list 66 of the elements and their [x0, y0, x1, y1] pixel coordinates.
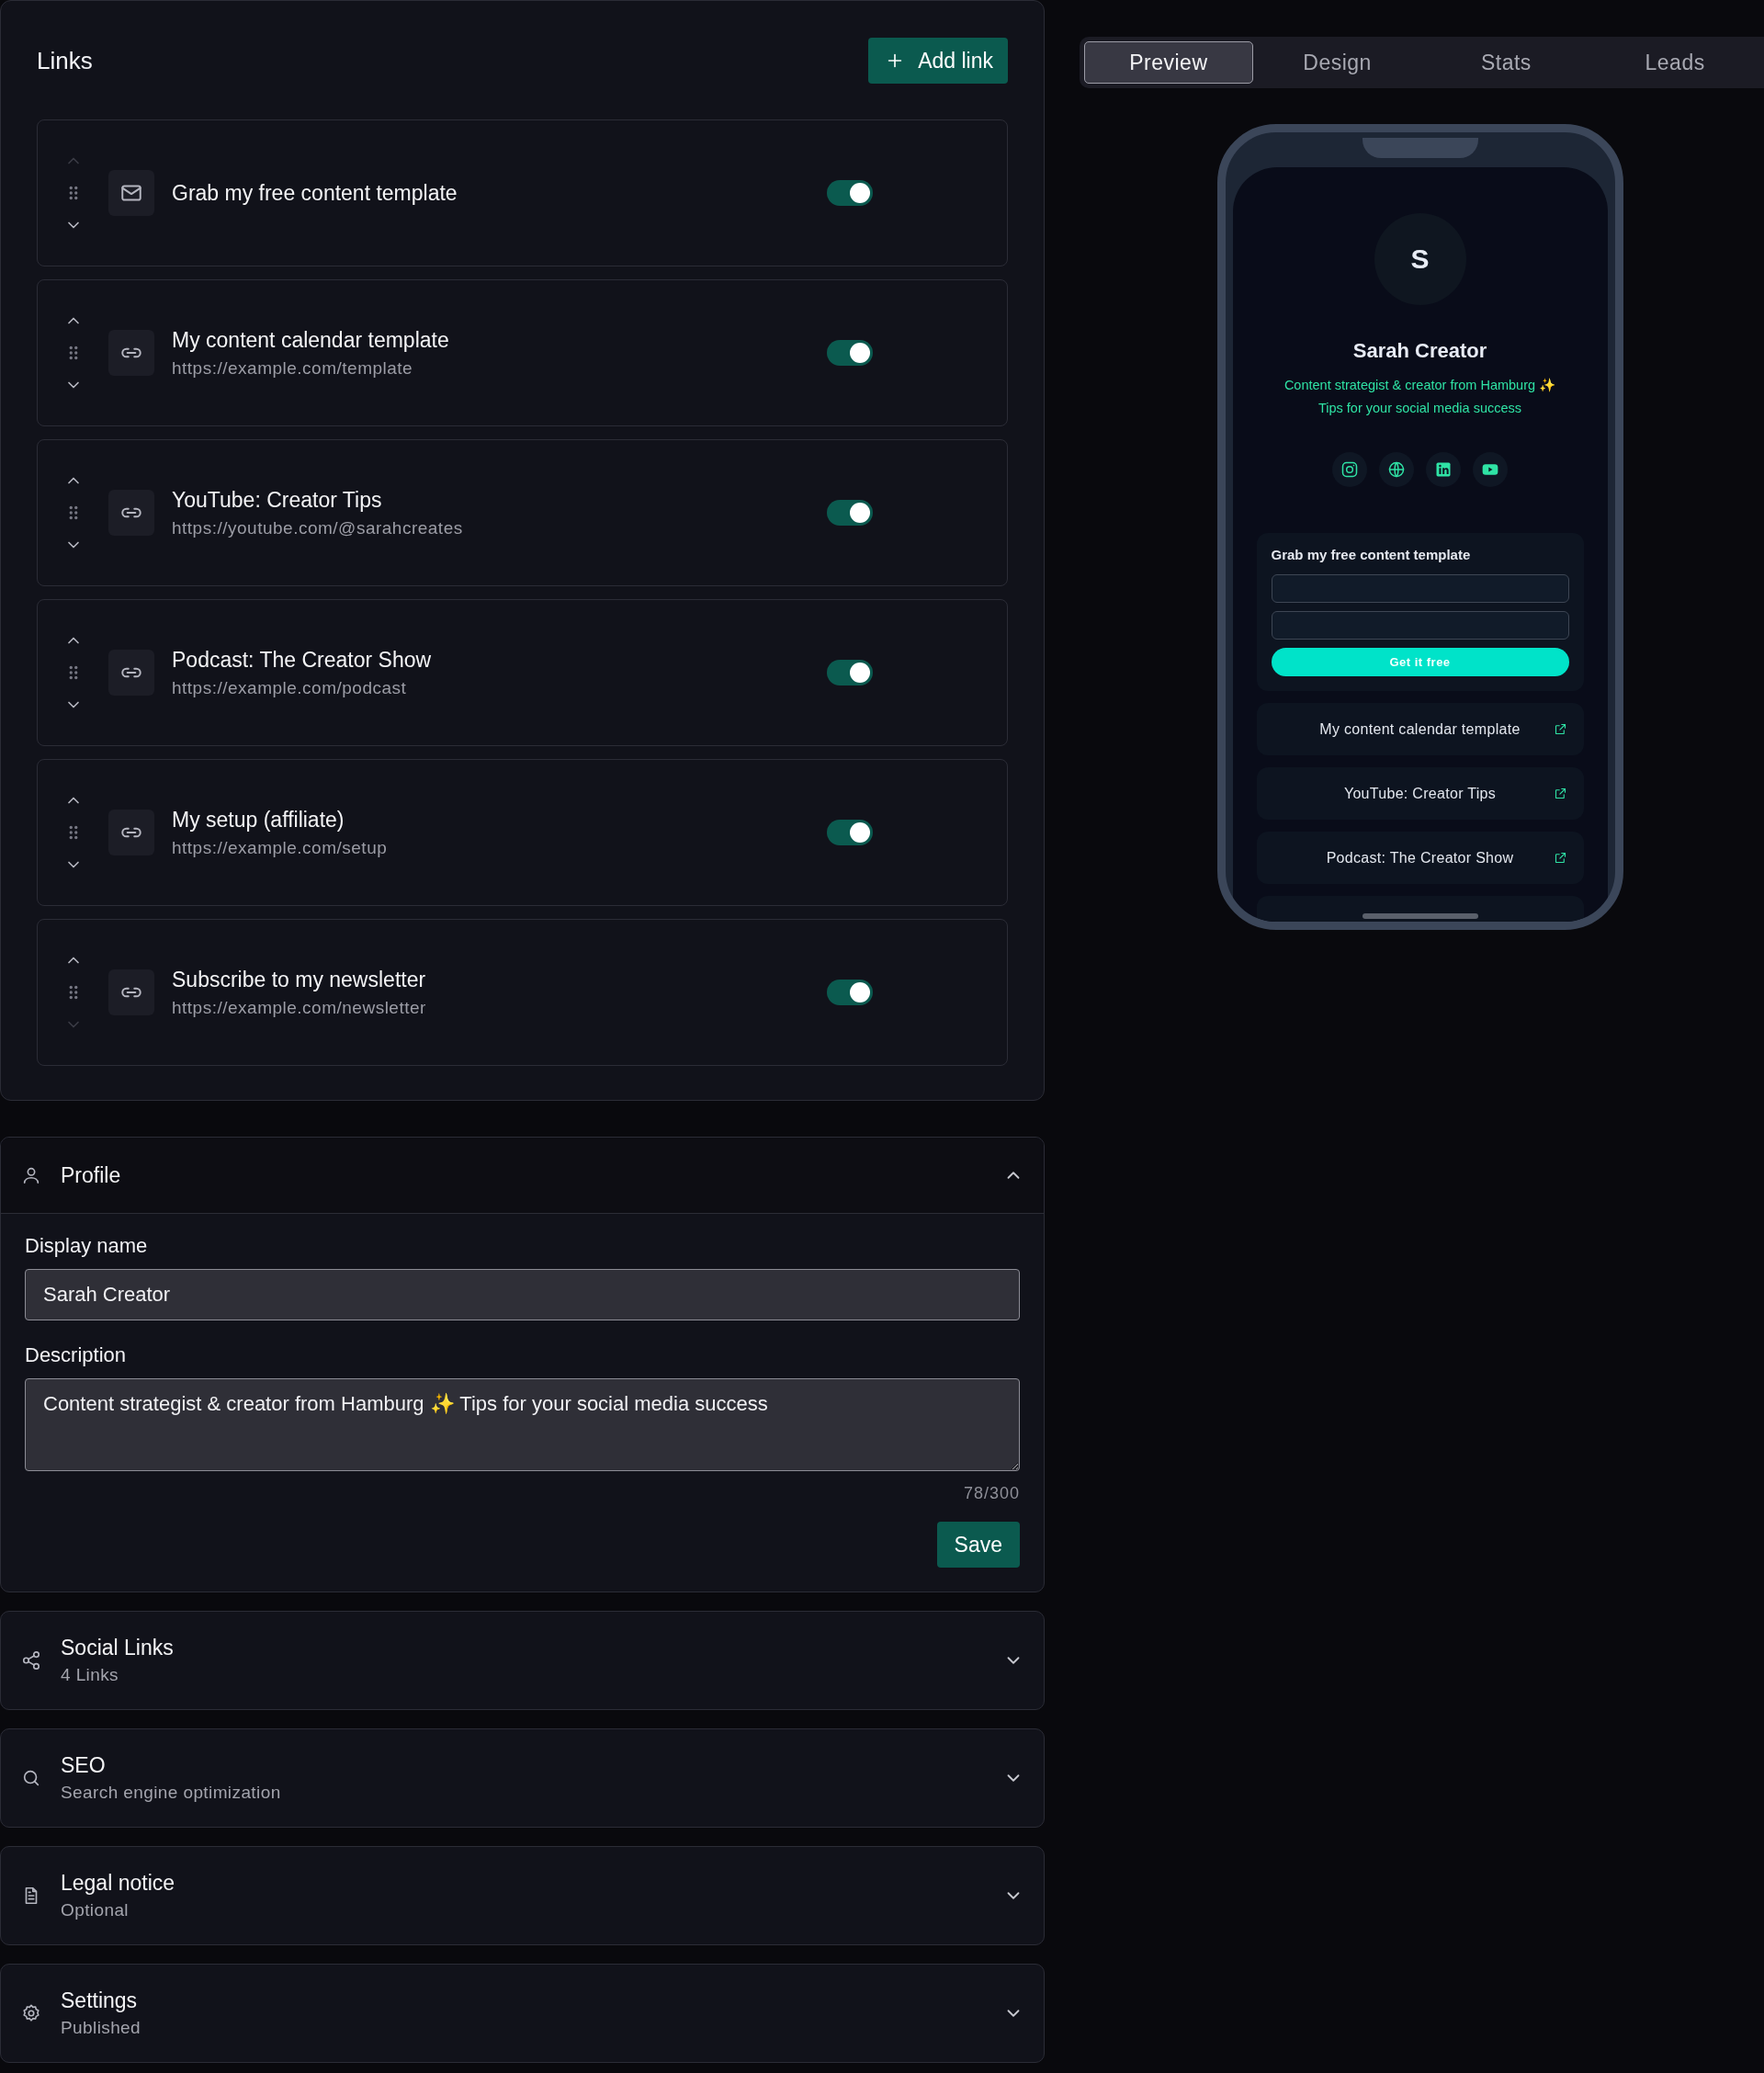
toggle-switch[interactable] [827, 820, 873, 845]
display-name-field[interactable]: Sarah Creator [25, 1269, 1020, 1320]
section-title: Social Links [61, 1636, 175, 1660]
share-icon [21, 1650, 41, 1671]
accordion-header[interactable]: Legal notice Optional [0, 1846, 1045, 1945]
link-title: Subscribe to my newsletter [172, 967, 427, 992]
save-button[interactable]: Save [936, 1522, 1020, 1568]
linkedin-icon [1434, 460, 1453, 479]
section-subtitle: Published [61, 2018, 142, 2038]
field-label: Description [25, 1343, 128, 1367]
social-button[interactable] [1473, 452, 1508, 487]
profile-bio: Tips for your social media success [1317, 400, 1523, 417]
link-button[interactable]: YouTube: Creator Tips [1256, 767, 1584, 820]
section-title: Legal notice [61, 1871, 176, 1896]
toggle-switch[interactable] [827, 660, 873, 685]
link-url: https://example.com/setup [172, 837, 389, 858]
toggle-switch[interactable] [827, 980, 873, 1005]
globe-icon [1387, 460, 1406, 479]
section-subtitle: 4 Links [61, 1665, 119, 1685]
link-url: https://youtube.com/@sarahcreates [172, 517, 464, 538]
input-field[interactable] [1271, 611, 1569, 640]
social-button[interactable] [1332, 452, 1367, 487]
accordion-header[interactable]: Profile [1, 1138, 1044, 1214]
toggle-switch[interactable] [827, 500, 873, 526]
link-title: My setup (affiliate) [172, 807, 345, 833]
link-url: https://example.com/newsletter [172, 997, 427, 1018]
tab[interactable]: Leads [1590, 41, 1759, 84]
social-button[interactable] [1379, 452, 1414, 487]
toggle-switch[interactable] [827, 180, 873, 206]
section-title: SEO [61, 1753, 107, 1778]
tab[interactable]: Preview [1084, 41, 1253, 84]
external-link-icon [1553, 722, 1567, 736]
tab[interactable]: Design [1252, 41, 1422, 84]
settings-icon [21, 2003, 41, 2023]
section-title: Links [37, 46, 93, 75]
link-title: My content calendar template [172, 327, 450, 353]
link-url: https://example.com/podcast [172, 677, 408, 698]
accordion-header[interactable]: Social Links 4 Links [0, 1611, 1045, 1710]
tab[interactable]: Stats [1421, 41, 1591, 84]
section-title: Settings [61, 1988, 139, 2013]
profile-bio: Content strategist & creator from Hamburg ✨ [1283, 377, 1556, 394]
camera-icon [1340, 460, 1359, 479]
link-title: YouTube: Creator Tips [172, 487, 383, 513]
section-subtitle: Optional [61, 1900, 130, 1920]
link-title: Grab my free content template [172, 180, 458, 206]
social-button[interactable] [1426, 452, 1461, 487]
accordion-header[interactable]: Settings Published [0, 1964, 1045, 2063]
external-link-icon [1553, 851, 1567, 865]
input-field[interactable] [1271, 574, 1569, 603]
search-icon [21, 1768, 41, 1788]
form-title: Grab my free content template [1271, 547, 1472, 562]
user-icon [21, 1165, 41, 1185]
avatar: S [1374, 213, 1466, 305]
link-button[interactable]: Podcast: The Creator Show [1256, 832, 1584, 884]
accordion-header[interactable]: SEO Search engine optimization [0, 1728, 1045, 1828]
link-button[interactable]: My content calendar template [1256, 703, 1584, 755]
toggle-switch[interactable] [827, 340, 873, 366]
link-title: Podcast: The Creator Show [172, 647, 433, 673]
add-link-button[interactable]: Add link [868, 38, 1008, 84]
link-url: https://example.com/template [172, 357, 414, 379]
description-field[interactable]: Content strategist & creator from Hamburg ✨ Tips for your social media success [25, 1378, 1020, 1471]
character-count: 78/300 [963, 1484, 1020, 1503]
section-subtitle: Search engine optimization [61, 1783, 282, 1803]
profile-name: Sarah Creator [1352, 339, 1487, 363]
external-link-icon [1553, 787, 1567, 800]
field-label: Display name [25, 1234, 149, 1258]
